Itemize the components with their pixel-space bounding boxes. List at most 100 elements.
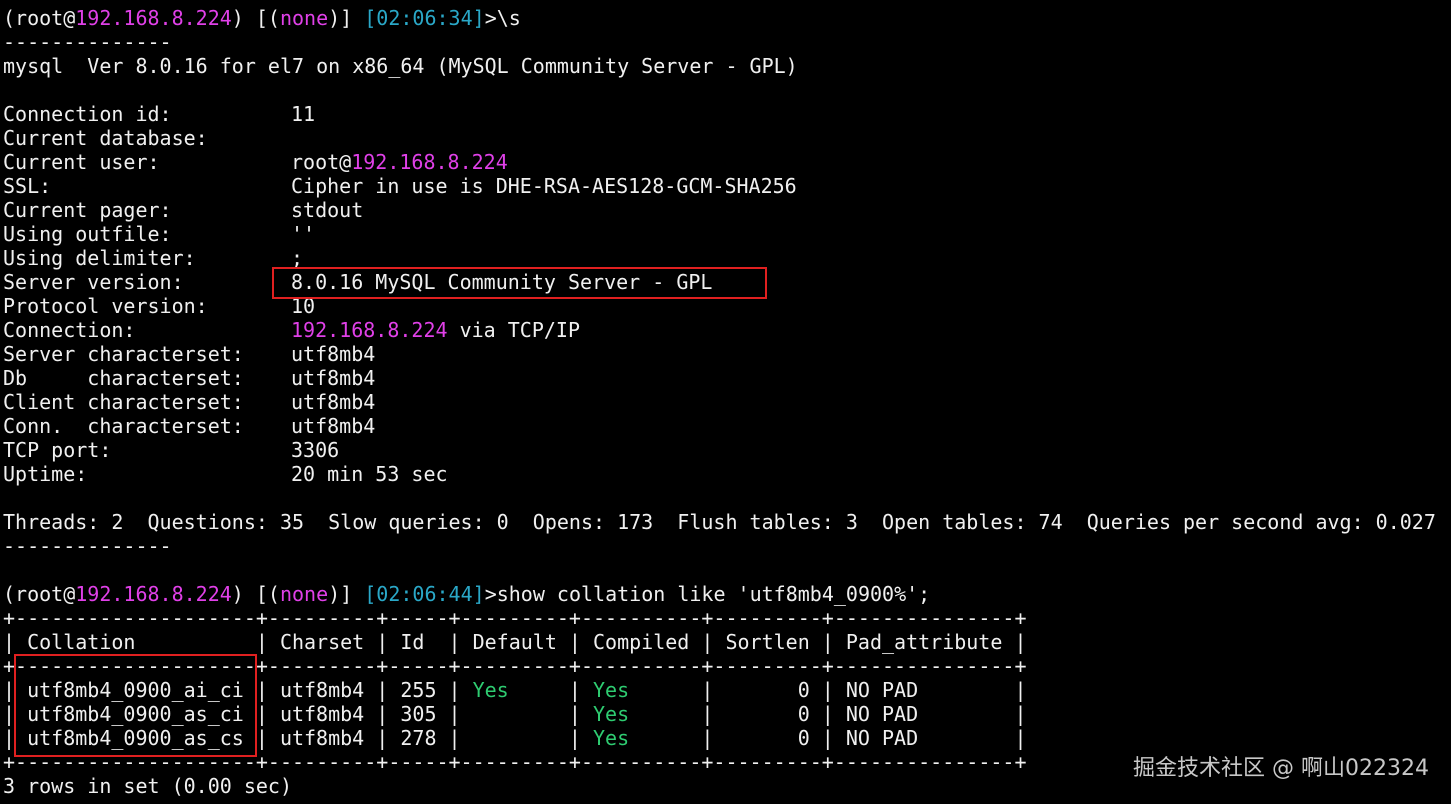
status-value: stdout xyxy=(291,198,364,222)
status-value: root@ xyxy=(291,150,352,174)
prompt-mid: ) [( xyxy=(231,582,280,606)
table-separator: | xyxy=(1014,702,1027,726)
watermark-text: 掘金技术社区 @ 啊山022324 xyxy=(1133,756,1429,781)
table-border: +--------------------+---------+-----+--… xyxy=(3,606,1027,630)
table-separator: | xyxy=(701,726,714,750)
table-row: | utf8mb4_0900_as_cs | utf8mb4 | 278 | | Yes | 0 | N… xyxy=(3,726,1451,750)
table-cell: Yes xyxy=(593,678,630,702)
table-separator: | xyxy=(3,678,16,702)
table-cell: utf8mb4 xyxy=(279,726,365,750)
table-separator: | xyxy=(376,726,389,750)
status-label: Current user: xyxy=(3,150,160,174)
table-separator: | xyxy=(448,702,461,726)
table-separator: | xyxy=(448,678,461,702)
status-value: 3306 xyxy=(291,438,340,462)
result-table: +--------------------+---------+-----+--… xyxy=(3,606,1451,774)
table-cell: Yes xyxy=(593,702,630,726)
table-separator: | xyxy=(376,678,389,702)
prompt-db: none xyxy=(279,582,329,606)
status-label: Current pager: xyxy=(3,198,172,222)
status-value: 8.0.16 MySQL Community Server - GPL xyxy=(291,270,713,294)
prompt-host: 192.168.8.224 xyxy=(75,6,232,30)
table-cell: utf8mb4_0900_ai_ci xyxy=(27,678,244,702)
column-header: Default xyxy=(472,630,557,654)
status-row: Server characterset: utf8mb4 xyxy=(3,342,1451,366)
column-header: Sortlen xyxy=(725,630,810,654)
status-row: TCP port: 3306 xyxy=(3,438,1451,462)
column-header: Compiled xyxy=(593,630,690,654)
status-label: Current database: xyxy=(3,126,208,150)
status-row: Using delimiter:; xyxy=(3,246,1451,270)
table-cell: 0 xyxy=(797,726,810,750)
status-label: Server version: xyxy=(3,270,184,294)
table-cell: utf8mb4_0900_as_ci xyxy=(27,702,244,726)
table-separator: | xyxy=(3,726,16,750)
status-label: Using delimiter: xyxy=(3,246,196,270)
status-block: Connection id: 11 Current database: Current… xyxy=(3,102,1451,486)
status-value-host: 192.168.8.224 xyxy=(351,150,508,174)
status-value: 20 min 53 sec xyxy=(291,462,448,486)
status-label: Protocol version: xyxy=(3,294,208,318)
prompt-db: none xyxy=(279,6,329,30)
table-separator: | xyxy=(255,726,268,750)
status-row: Using outfile: '' xyxy=(3,222,1451,246)
table-separator: | xyxy=(1014,726,1027,750)
prompt-line: (root@192.168.8.224) [(none)] [02:06:34]… xyxy=(3,6,1451,30)
table-separator: | xyxy=(255,678,268,702)
status-label: Server characterset: xyxy=(3,342,244,366)
status-label: Db characterset: xyxy=(3,366,244,390)
status-row: Connection: 192.168.8.224 via TCP/IP xyxy=(3,318,1451,342)
prompt-open: (root@ xyxy=(3,582,76,606)
table-separator: | xyxy=(448,630,461,654)
status-value: utf8mb4 xyxy=(291,366,376,390)
table-separator: | xyxy=(1014,630,1027,654)
column-header: Collation xyxy=(27,630,136,654)
status-label: TCP port: xyxy=(3,438,112,462)
terminal-output: (root@192.168.8.224) [(none)] [02:06:34]… xyxy=(3,6,1451,798)
table-separator: | xyxy=(568,726,581,750)
table-separator: | xyxy=(448,726,461,750)
column-header: Id xyxy=(400,630,425,654)
table-separator: | xyxy=(3,702,16,726)
table-separator: | xyxy=(1014,678,1027,702)
status-row: Server version: 8.0.16 MySQL Community Se… xyxy=(3,270,1451,294)
table-cell: 305 xyxy=(400,702,437,726)
table-separator: | xyxy=(821,678,834,702)
table-cell: 0 xyxy=(797,678,810,702)
table-cell: utf8mb4 xyxy=(279,678,365,702)
table-cell: NO PAD xyxy=(845,726,919,750)
status-value: 11 xyxy=(291,102,316,126)
table-separator: | xyxy=(701,630,714,654)
status-row: Protocol version: 10 xyxy=(3,294,1451,318)
status-value: utf8mb4 xyxy=(291,414,376,438)
table-cell: 278 xyxy=(400,726,437,750)
status-value-host: 192.168.8.224 xyxy=(291,318,448,342)
table-row: | utf8mb4_0900_as_ci | utf8mb4 | 305 | | Yes | 0 | N… xyxy=(3,702,1451,726)
status-row: Uptime: 20 min 53 sec xyxy=(3,462,1451,486)
table-separator: | xyxy=(821,726,834,750)
status-row: Db characterset: utf8mb4 xyxy=(3,366,1451,390)
status-row: Current pager: stdout xyxy=(3,198,1451,222)
status-label: Uptime: xyxy=(3,462,88,486)
prompt-command: >show collation like 'utf8mb4_0900%'; xyxy=(484,582,931,606)
table-separator: | xyxy=(376,630,389,654)
status-value: 10 xyxy=(291,294,316,318)
status-row: Conn. characterset: utf8mb4 xyxy=(3,414,1451,438)
table-cell: 255 xyxy=(400,678,437,702)
status-row: Current database: xyxy=(3,126,1451,150)
table-separator: | xyxy=(568,630,581,654)
table-separator: | xyxy=(821,702,834,726)
table-separator: | xyxy=(701,702,714,726)
table-separator: | xyxy=(701,678,714,702)
prompt-mid: ) [( xyxy=(231,6,280,30)
status-label: Connection: xyxy=(3,318,136,342)
table-separator: | xyxy=(376,702,389,726)
status-label: Conn. characterset: xyxy=(3,414,244,438)
prompt-time: [02:06:34] xyxy=(364,6,485,30)
status-value: utf8mb4 xyxy=(291,390,376,414)
table-cell: NO PAD xyxy=(845,702,919,726)
prompt-time: [02:06:44] xyxy=(364,582,485,606)
